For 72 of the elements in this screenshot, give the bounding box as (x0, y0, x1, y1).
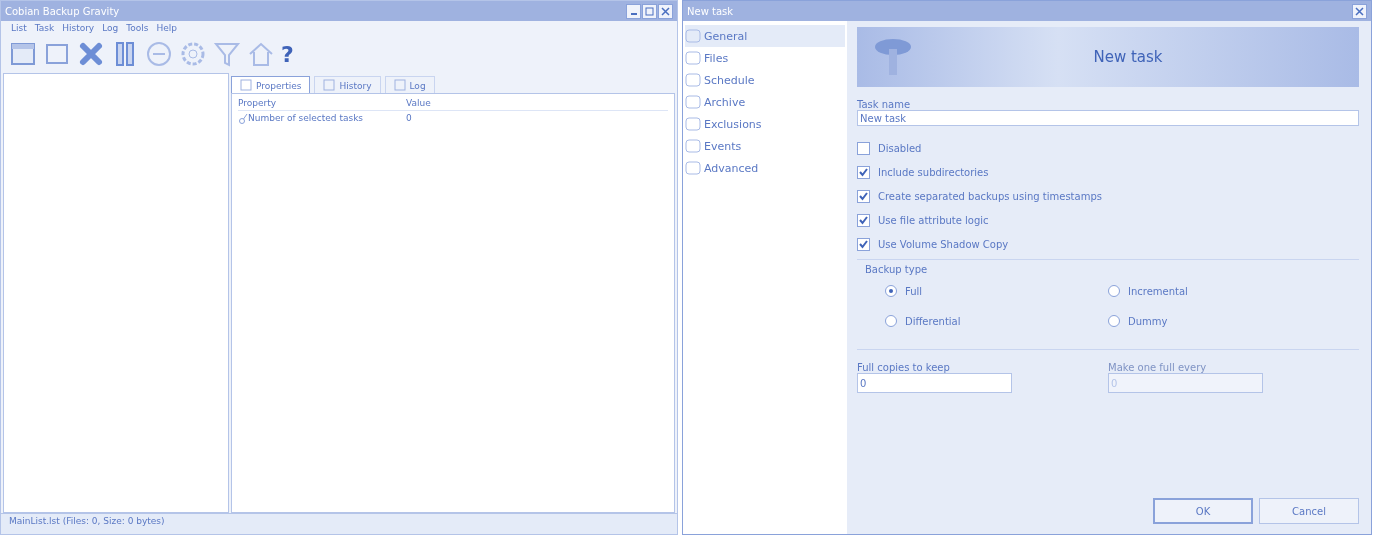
sidebar-item[interactable]: Advanced (685, 157, 845, 179)
menu-item[interactable]: Tools (126, 23, 149, 33)
menu-item[interactable]: Log (102, 23, 119, 33)
dialog-title: New task (687, 5, 734, 17)
dialog-button[interactable]: OK (1153, 498, 1253, 524)
sidebar-item[interactable]: Exclusions (685, 113, 845, 135)
field-label: Full copies to keep (857, 362, 951, 373)
table-cell: 0 (406, 113, 412, 123)
rounded-square-icon (685, 161, 701, 175)
sidebar-item[interactable]: Events (685, 135, 845, 157)
field-label: Task name (857, 99, 912, 110)
minimize-button[interactable] (626, 3, 641, 19)
column-header: Value (406, 98, 431, 108)
checkbox-label: Use Volume Shadow Copy (878, 239, 1009, 250)
square-icon (240, 79, 252, 91)
square-icon (323, 79, 336, 91)
rounded-square-icon (685, 117, 701, 131)
rounded-square-icon (685, 51, 701, 65)
rounded-square-icon (685, 73, 701, 87)
delete-icon[interactable] (77, 40, 105, 68)
window-title: Cobian Backup Gravity (5, 5, 120, 17)
radio-label: Differential (905, 315, 961, 327)
close-button[interactable] (1352, 3, 1367, 19)
checkbox-label: Include subdirectories (878, 167, 989, 178)
dialog-button[interactable]: Cancel (1259, 498, 1359, 524)
checkbox[interactable] (857, 190, 870, 203)
sidebar-item[interactable]: Files (685, 47, 845, 69)
sidebar-item[interactable]: Archive (685, 91, 845, 113)
help-button[interactable]: ? (281, 41, 294, 67)
task-name-field[interactable]: New task (857, 110, 1359, 126)
document-icon[interactable] (9, 40, 37, 68)
radio-label: Dummy (1128, 315, 1168, 327)
funnel-icon[interactable] (213, 40, 241, 68)
stop-icon[interactable] (145, 40, 173, 68)
key-icon (238, 112, 248, 124)
rounded-square-icon (685, 29, 701, 43)
radio-label: Incremental (1128, 285, 1188, 297)
number-field[interactable]: 0 (857, 373, 1012, 393)
sidebar-item[interactable]: General (685, 25, 845, 47)
menu-item[interactable]: Task (34, 23, 55, 33)
checkbox-label: Disabled (878, 143, 922, 154)
radio-label: Full (905, 285, 923, 297)
square-icon (393, 79, 406, 91)
checkbox[interactable] (857, 166, 870, 179)
tab[interactable]: Properties (231, 76, 311, 93)
status-text: MainList.lst (Files: 0, Size: 0 bytes) (9, 516, 165, 526)
checkbox[interactable] (857, 214, 870, 227)
radio-button[interactable] (885, 285, 897, 297)
menu-item[interactable]: Help (156, 23, 177, 33)
checkbox[interactable] (857, 238, 870, 251)
sidebar-item[interactable]: Schedule (685, 69, 845, 91)
minimize-icon (630, 12, 637, 15)
group-label: Backup type (865, 264, 928, 275)
checkbox-label: Create separated backups using timestamps (878, 191, 1102, 202)
checkbox[interactable] (857, 142, 870, 155)
menu-item[interactable]: History (62, 23, 95, 33)
maximize-icon (645, 6, 654, 16)
home-icon[interactable] (247, 40, 275, 68)
close-button[interactable] (658, 3, 673, 19)
radio-button[interactable] (1108, 285, 1120, 297)
table-cell-text: Number of selected tasks (248, 113, 365, 123)
gear-icon[interactable] (179, 40, 207, 68)
checkbox-label: Use file attribute logic (878, 215, 989, 226)
menu-item[interactable]: List (11, 23, 27, 33)
radio-button[interactable] (885, 315, 897, 327)
rounded-square-icon (685, 139, 701, 153)
rounded-square-icon (685, 95, 701, 109)
column-header: Property (238, 98, 278, 108)
radio-button[interactable] (1108, 315, 1120, 327)
header-title: New task (1092, 48, 1164, 66)
field-label: Make one full every (1108, 362, 1208, 373)
maximize-button[interactable] (642, 3, 657, 19)
